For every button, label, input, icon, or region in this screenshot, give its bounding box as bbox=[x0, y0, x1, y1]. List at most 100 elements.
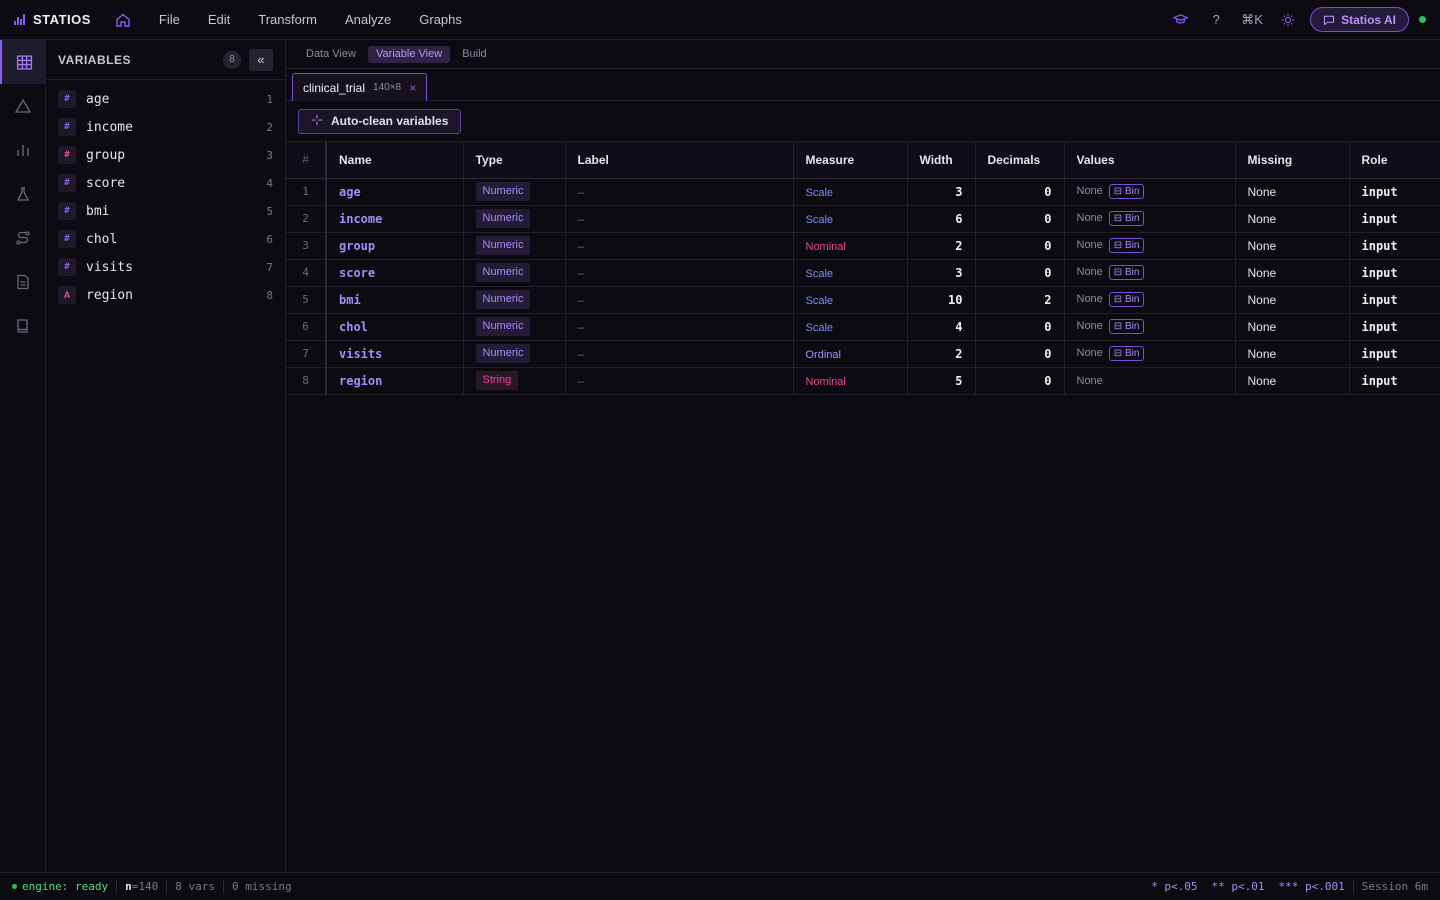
table-row[interactable]: 8 region String – Nominal 5 0 None None input bbox=[286, 367, 1440, 395]
cell-type[interactable]: Numeric bbox=[463, 286, 566, 314]
cell-missing[interactable]: None bbox=[1235, 205, 1350, 233]
cell-role[interactable]: input bbox=[1349, 286, 1440, 314]
cell-type[interactable]: Numeric bbox=[463, 205, 566, 233]
cell-decimals[interactable]: 2 bbox=[975, 286, 1065, 314]
bar-chart-icon[interactable] bbox=[0, 128, 46, 172]
theme-toggle-icon[interactable] bbox=[1270, 0, 1306, 40]
column-header-width[interactable]: Width bbox=[907, 142, 976, 179]
cell-decimals[interactable]: 0 bbox=[975, 259, 1065, 287]
cell-measure[interactable]: Scale bbox=[793, 259, 908, 287]
column-header-type[interactable]: Type bbox=[463, 142, 566, 179]
command-palette-shortcut[interactable]: ⌘K bbox=[1234, 0, 1270, 40]
cell-label[interactable]: – bbox=[565, 367, 794, 395]
cell-width[interactable]: 3 bbox=[907, 259, 976, 287]
triangle-icon[interactable] bbox=[0, 84, 46, 128]
column-header-decimals[interactable]: Decimals bbox=[975, 142, 1065, 179]
graduation-cap-icon[interactable] bbox=[1162, 0, 1198, 40]
file-tab-clinical-trial[interactable]: clinical_trial 140×8 × bbox=[292, 73, 428, 101]
bin-button[interactable]: ⊟ Bin bbox=[1108, 265, 1145, 280]
list-item[interactable]: # visits 7 bbox=[46, 253, 285, 281]
table-row[interactable]: 1 age Numeric – Scale 3 0 None ⊟ Bin None input bbox=[286, 178, 1440, 206]
menu-analyze[interactable]: Analyze bbox=[331, 0, 405, 40]
cell-type[interactable]: Numeric bbox=[463, 178, 566, 206]
cell-width[interactable]: 10 bbox=[907, 286, 976, 314]
bin-button[interactable]: ⊟ Bin bbox=[1108, 346, 1145, 361]
type-pill[interactable]: Numeric bbox=[475, 236, 531, 255]
bin-button[interactable]: ⊟ Bin bbox=[1108, 319, 1145, 334]
list-item[interactable]: # income 2 bbox=[46, 113, 285, 141]
cell-name[interactable]: region bbox=[326, 367, 464, 395]
column-header-values[interactable]: Values bbox=[1064, 142, 1236, 179]
menu-transform[interactable]: Transform bbox=[244, 0, 331, 40]
cell-decimals[interactable]: 0 bbox=[975, 205, 1065, 233]
tab-build[interactable]: Build bbox=[454, 46, 494, 63]
type-pill[interactable]: Numeric bbox=[475, 182, 531, 201]
cell-name[interactable]: group bbox=[326, 232, 464, 260]
list-item[interactable]: # group 3 bbox=[46, 141, 285, 169]
type-pill[interactable]: Numeric bbox=[475, 209, 531, 228]
list-item[interactable]: # chol 6 bbox=[46, 225, 285, 253]
cell-role[interactable]: input bbox=[1349, 313, 1440, 341]
list-item[interactable]: Aregion 8 bbox=[46, 281, 285, 309]
bin-button[interactable]: ⊟ Bin bbox=[1108, 211, 1145, 226]
cell-decimals[interactable]: 0 bbox=[975, 340, 1065, 368]
cell-width[interactable]: 4 bbox=[907, 313, 976, 341]
cell-width[interactable]: 5 bbox=[907, 367, 976, 395]
bin-button[interactable]: ⊟ Bin bbox=[1108, 238, 1145, 253]
cell-decimals[interactable]: 0 bbox=[975, 178, 1065, 206]
tab-data-view[interactable]: Data View bbox=[298, 46, 364, 63]
cell-type[interactable]: Numeric bbox=[463, 340, 566, 368]
auto-clean-button[interactable]: Auto-clean variables bbox=[298, 108, 462, 134]
column-header-index[interactable]: # bbox=[286, 142, 327, 179]
cell-measure[interactable]: Scale bbox=[793, 205, 908, 233]
column-header-role[interactable]: Role bbox=[1349, 142, 1440, 179]
cell-values[interactable]: None ⊟ Bin bbox=[1064, 313, 1236, 341]
menu-edit[interactable]: Edit bbox=[194, 0, 244, 40]
cell-name[interactable]: income bbox=[326, 205, 464, 233]
cell-role[interactable]: input bbox=[1349, 259, 1440, 287]
cell-measure[interactable]: Scale bbox=[793, 178, 908, 206]
cell-label[interactable]: – bbox=[565, 205, 794, 233]
cell-type[interactable]: Numeric bbox=[463, 313, 566, 341]
cell-values[interactable]: None ⊟ Bin bbox=[1064, 259, 1236, 287]
column-header-missing[interactable]: Missing bbox=[1235, 142, 1350, 179]
table-row[interactable]: 6 chol Numeric – Scale 4 0 None ⊟ Bin None input bbox=[286, 313, 1440, 341]
menu-graphs[interactable]: Graphs bbox=[405, 0, 476, 40]
cell-type[interactable]: Numeric bbox=[463, 259, 566, 287]
cell-values[interactable]: None ⊟ Bin bbox=[1064, 286, 1236, 314]
help-icon[interactable]: ? bbox=[1198, 0, 1234, 40]
route-icon[interactable] bbox=[0, 216, 46, 260]
cell-role[interactable]: input bbox=[1349, 205, 1440, 233]
cell-values[interactable]: None ⊟ Bin bbox=[1064, 178, 1236, 206]
table-row[interactable]: 5 bmi Numeric – Scale 10 2 None ⊟ Bin None input bbox=[286, 286, 1440, 314]
cell-missing[interactable]: None bbox=[1235, 259, 1350, 287]
table-row[interactable]: 4 score Numeric – Scale 3 0 None ⊟ Bin None input bbox=[286, 259, 1440, 287]
cell-width[interactable]: 2 bbox=[907, 232, 976, 260]
close-icon[interactable]: × bbox=[409, 81, 416, 95]
cell-measure[interactable]: Nominal bbox=[793, 367, 908, 395]
book-icon[interactable] bbox=[0, 304, 46, 348]
cell-decimals[interactable]: 0 bbox=[975, 232, 1065, 260]
cell-values[interactable]: None ⊟ Bin bbox=[1064, 232, 1236, 260]
tab-variable-view[interactable]: Variable View bbox=[367, 45, 451, 63]
table-row[interactable]: 2 income Numeric – Scale 6 0 None ⊟ Bin None input bbox=[286, 205, 1440, 233]
document-icon[interactable] bbox=[0, 260, 46, 304]
cell-type[interactable]: String bbox=[463, 367, 566, 395]
cell-values[interactable]: None ⊟ Bin bbox=[1064, 340, 1236, 368]
cell-missing[interactable]: None bbox=[1235, 340, 1350, 368]
cell-name[interactable]: score bbox=[326, 259, 464, 287]
type-pill[interactable]: String bbox=[475, 371, 519, 390]
cell-values[interactable]: None ⊟ Bin bbox=[1064, 205, 1236, 233]
bin-button[interactable]: ⊟ Bin bbox=[1108, 184, 1145, 199]
column-header-label[interactable]: Label bbox=[565, 142, 794, 179]
cell-role[interactable]: input bbox=[1349, 367, 1440, 395]
type-pill[interactable]: Numeric bbox=[475, 263, 531, 282]
cell-measure[interactable]: Scale bbox=[793, 286, 908, 314]
cell-measure[interactable]: Ordinal bbox=[793, 340, 908, 368]
brand[interactable]: STATIOS bbox=[14, 12, 91, 27]
table-icon[interactable] bbox=[0, 40, 46, 84]
cell-values[interactable]: None bbox=[1064, 367, 1236, 395]
cell-missing[interactable]: None bbox=[1235, 286, 1350, 314]
cell-name[interactable]: age bbox=[326, 178, 464, 206]
flask-icon[interactable] bbox=[0, 172, 46, 216]
